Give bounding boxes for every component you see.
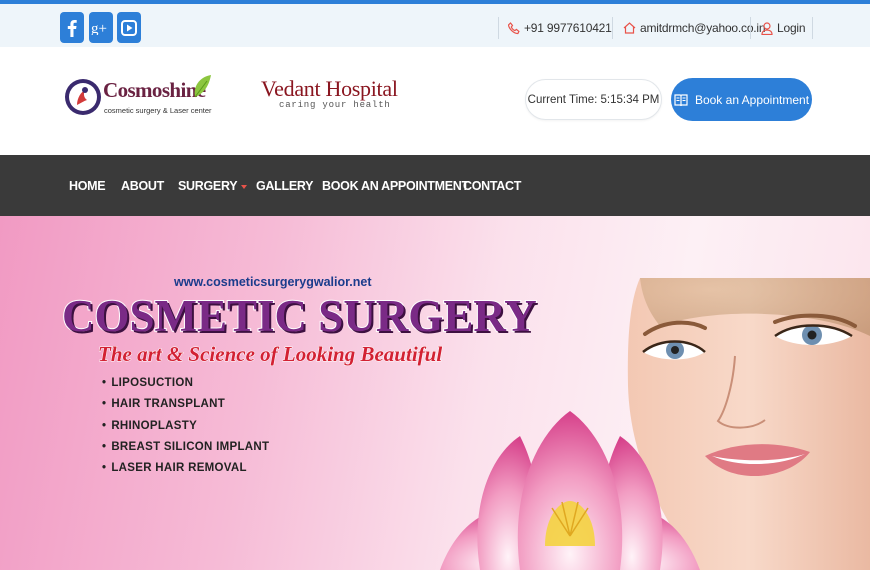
time-value: 5:15:34 PM (600, 93, 660, 106)
email-address: amitdrmch@yahoo.co.in (640, 21, 766, 35)
divider (812, 17, 813, 39)
cosmoshine-emblem-icon (65, 79, 101, 115)
site-header: Cosmoshine cosmetic surgery & Laser cent… (0, 47, 870, 155)
cosmoshine-logo[interactable]: Cosmoshine cosmetic surgery & Laser cent… (63, 75, 223, 121)
time-label: Current Time: (527, 93, 598, 106)
nav-item-about[interactable]: ABOUT (121, 179, 164, 193)
nav-item-gallery[interactable]: GALLERY (256, 179, 313, 193)
phone-info[interactable]: +91 9977610421 (508, 18, 612, 38)
leaf-icon (194, 75, 211, 98)
email-info[interactable]: amitdrmch@yahoo.co.in (623, 18, 766, 38)
hero-banner: www.cosmeticsurgerygwalior.net COSMETIC … (0, 216, 870, 570)
nav-item-surgery[interactable]: SURGERY (178, 179, 248, 193)
nav-item-contact[interactable]: CONTACT (463, 179, 521, 193)
book-appointment-button[interactable]: Book an Appointment (671, 78, 812, 121)
user-icon (761, 21, 773, 35)
cosmoshine-subtitle: cosmetic surgery & Laser center (104, 106, 212, 115)
list-item: LASER HAIR REMOVAL (102, 462, 269, 483)
main-nav: HOME ABOUT SURGERY GALLERY BOOK AN APPOI… (0, 155, 870, 216)
services-list: LIPOSUCTION HAIR TRANSPLANT RHINOPLASTY … (102, 377, 269, 483)
vedant-hospital-logo[interactable]: Vedant Hospital caring your health (261, 76, 398, 110)
banner-tagline: The art & Science of Looking Beautiful (97, 342, 443, 367)
banner-website-url: www.cosmeticsurgerygwalior.net (174, 275, 372, 289)
phone-number: +91 9977610421 (524, 21, 612, 35)
svg-text:g+: g+ (91, 21, 107, 35)
youtube-icon[interactable] (117, 12, 141, 43)
top-bar: g+ +91 9977610421 amitdrmch@yahoo.co.in … (0, 4, 870, 47)
phone-icon (508, 21, 520, 34)
current-time-display: Current Time: 5:15:34 PM (525, 79, 662, 120)
divider (498, 17, 499, 39)
banner-title: COSMETIC SURGERY (61, 290, 538, 342)
divider (750, 17, 751, 39)
book-icon (674, 93, 688, 106)
login-link[interactable]: Login (761, 18, 806, 38)
list-item: BREAST SILICON IMPLANT (102, 441, 269, 462)
divider (612, 17, 613, 39)
nav-item-book-appointment[interactable]: BOOK AN APPOINTMENT (322, 179, 469, 193)
login-label: Login (777, 21, 806, 35)
dropdown-caret-icon (241, 184, 248, 189)
vedant-hospital-tagline: caring your health (279, 100, 391, 110)
google-plus-icon[interactable]: g+ (89, 12, 113, 43)
vedant-hospital-title: Vedant Hospital (261, 76, 398, 101)
list-item: HAIR TRANSPLANT (102, 398, 269, 419)
home-icon (623, 22, 636, 34)
nav-item-surgery-label: SURGERY (178, 179, 238, 193)
list-item: RHINOPLASTY (102, 420, 269, 441)
nav-item-home[interactable]: HOME (69, 179, 106, 193)
facebook-icon[interactable] (60, 12, 84, 43)
book-appointment-label: Book an Appointment (694, 92, 810, 107)
list-item: LIPOSUCTION (102, 377, 269, 398)
